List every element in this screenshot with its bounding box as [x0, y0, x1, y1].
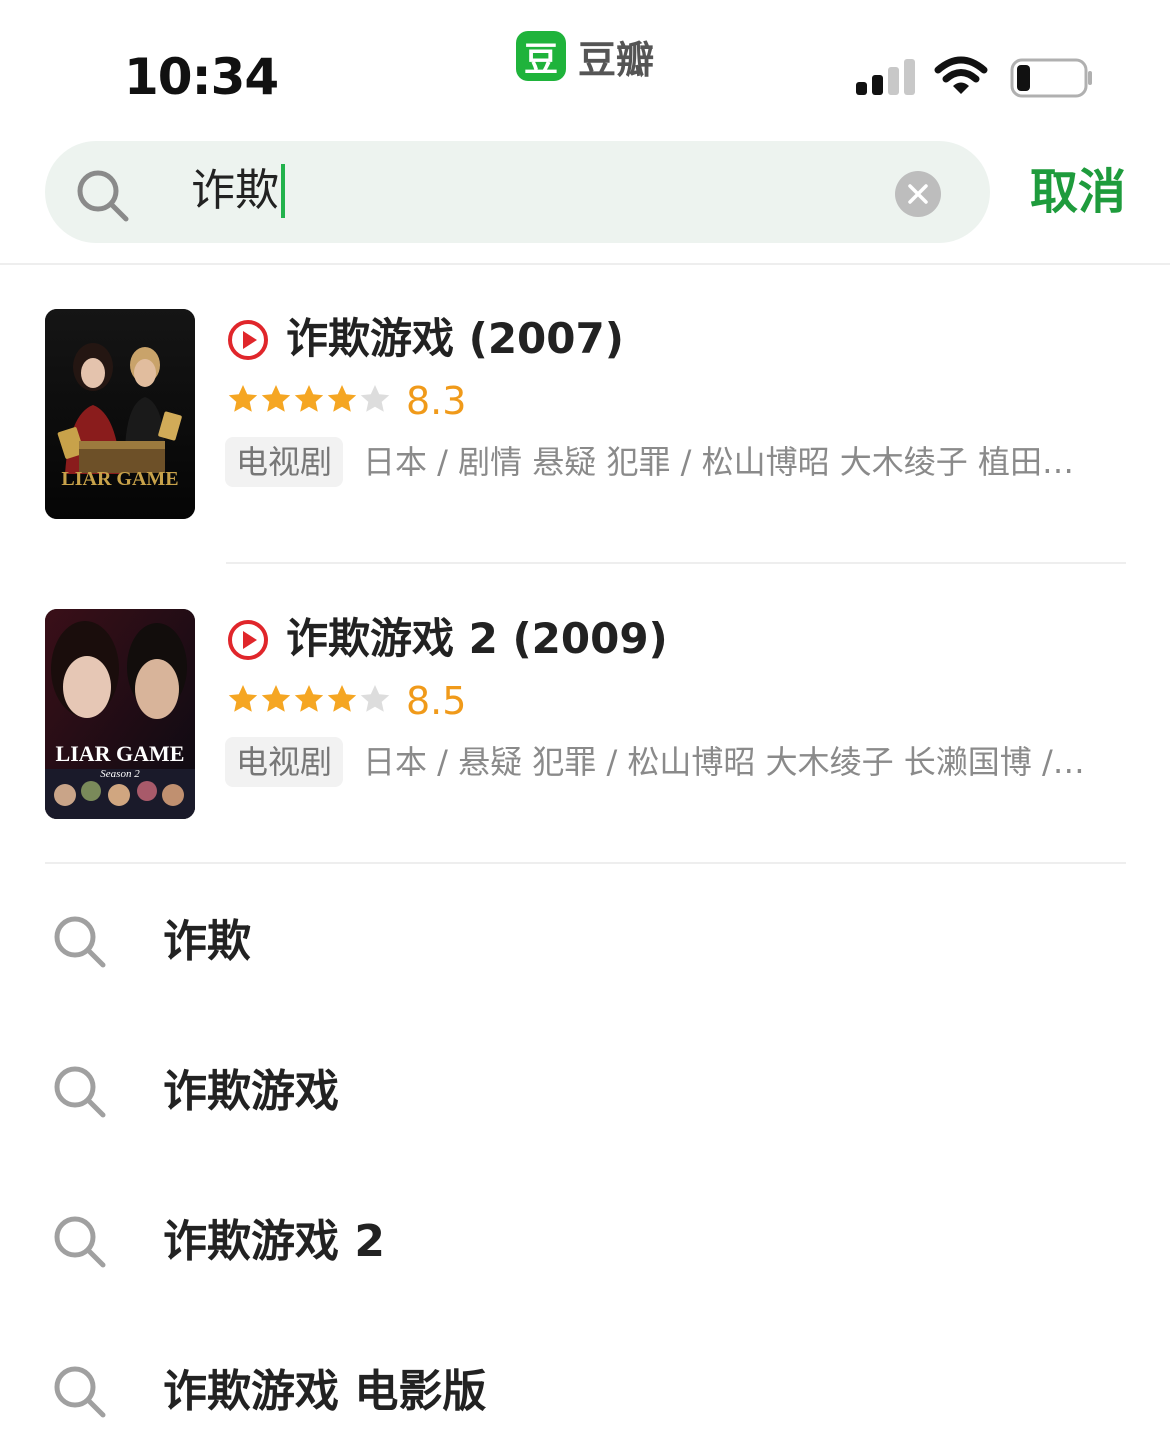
rating-score: 8.3 — [406, 379, 467, 423]
suggestion-text: 诈欺游戏 电影版 — [163, 1366, 487, 1417]
status-time: 10:34 — [124, 48, 279, 106]
type-badge: 电视剧 — [225, 437, 344, 487]
divider — [226, 562, 1126, 564]
star-filled-icon — [294, 385, 324, 412]
result-meta: 日本 / 剧情 悬疑 犯罪 / 松山博昭 大木绫子 植田… — [363, 443, 1074, 481]
poster-title-text: LIAR GAME — [61, 468, 178, 490]
star-filled-icon — [261, 685, 291, 712]
result-title[interactable]: 诈欺游戏 (2007) — [286, 311, 624, 367]
clear-circle-icon — [908, 184, 928, 204]
app-badge: 豆 豆瓣 — [516, 30, 654, 82]
suggestion-text: 诈欺游戏 2 — [163, 1216, 385, 1267]
type-badge: 电视剧 — [225, 737, 344, 787]
app-name: 豆瓣 — [578, 37, 655, 82]
text-caret — [281, 164, 285, 218]
star-filled-icon — [228, 385, 258, 412]
cancel-button[interactable]: 取消 — [1030, 162, 1126, 222]
suggestion-item[interactable]: 诈欺游戏 2 — [0, 1188, 1170, 1298]
search-icon — [54, 1216, 106, 1268]
divider — [0, 263, 1170, 265]
suggestion-item[interactable]: 诈欺游戏 电影版 — [0, 1338, 1170, 1448]
search-query[interactable]: 诈欺 — [191, 163, 285, 219]
search-input[interactable]: 诈欺 — [45, 141, 990, 243]
star-filled-icon — [294, 685, 324, 712]
poster-image[interactable]: LIAR GAME Season 2 — [45, 609, 195, 819]
star-filled-icon — [261, 385, 291, 412]
status-bar: 10:34 豆 豆瓣 — [0, 0, 1170, 130]
star-rating — [227, 683, 392, 715]
suggestion-text: 诈欺游戏 — [163, 1066, 339, 1117]
poster-image[interactable]: LIAR GAME — [45, 309, 195, 519]
poster-subtitle-text: Season 2 — [100, 768, 140, 780]
rating-score: 8.5 — [406, 679, 467, 723]
result-item[interactable]: LIAR GAME 诈欺游戏 (2007) 8.3 电视剧 日本 / 剧情 悬疑… — [0, 309, 1170, 521]
battery-low-icon — [1010, 58, 1092, 98]
suggestion-item[interactable]: 诈欺 — [0, 888, 1170, 998]
suggestion-text: 诈欺 — [163, 916, 251, 967]
cellular-signal-icon — [856, 59, 915, 95]
play-circle-icon — [228, 320, 268, 360]
search-icon — [77, 170, 129, 222]
result-title[interactable]: 诈欺游戏 2 (2009) — [286, 611, 668, 667]
star-empty-icon — [360, 385, 390, 412]
douban-logo-icon: 豆 — [516, 31, 566, 81]
clear-search-button[interactable] — [895, 171, 941, 217]
wifi-icon — [934, 56, 988, 94]
search-query-text: 诈欺 — [191, 165, 279, 216]
search-screen: 10:34 豆 豆瓣 诈欺 取消 LIAR GAME 诈欺游戏 (2007) 8… — [0, 0, 1170, 1450]
play-circle-icon — [228, 620, 268, 660]
search-icon — [54, 1366, 106, 1418]
result-item[interactable]: LIAR GAME Season 2 诈欺游戏 2 (2009) 8.5 电视剧… — [0, 609, 1170, 821]
star-rating — [227, 383, 392, 415]
search-icon — [54, 1066, 106, 1118]
star-filled-icon — [327, 685, 357, 712]
suggestion-item[interactable]: 诈欺游戏 — [0, 1038, 1170, 1148]
result-meta: 日本 / 悬疑 犯罪 / 松山博昭 大木绫子 长濑国博 /… — [363, 743, 1085, 781]
poster-title-text: LIAR GAME — [56, 741, 185, 766]
search-icon — [54, 916, 106, 968]
divider — [45, 862, 1126, 864]
star-filled-icon — [228, 685, 258, 712]
star-filled-icon — [327, 385, 357, 412]
star-empty-icon — [360, 685, 390, 712]
